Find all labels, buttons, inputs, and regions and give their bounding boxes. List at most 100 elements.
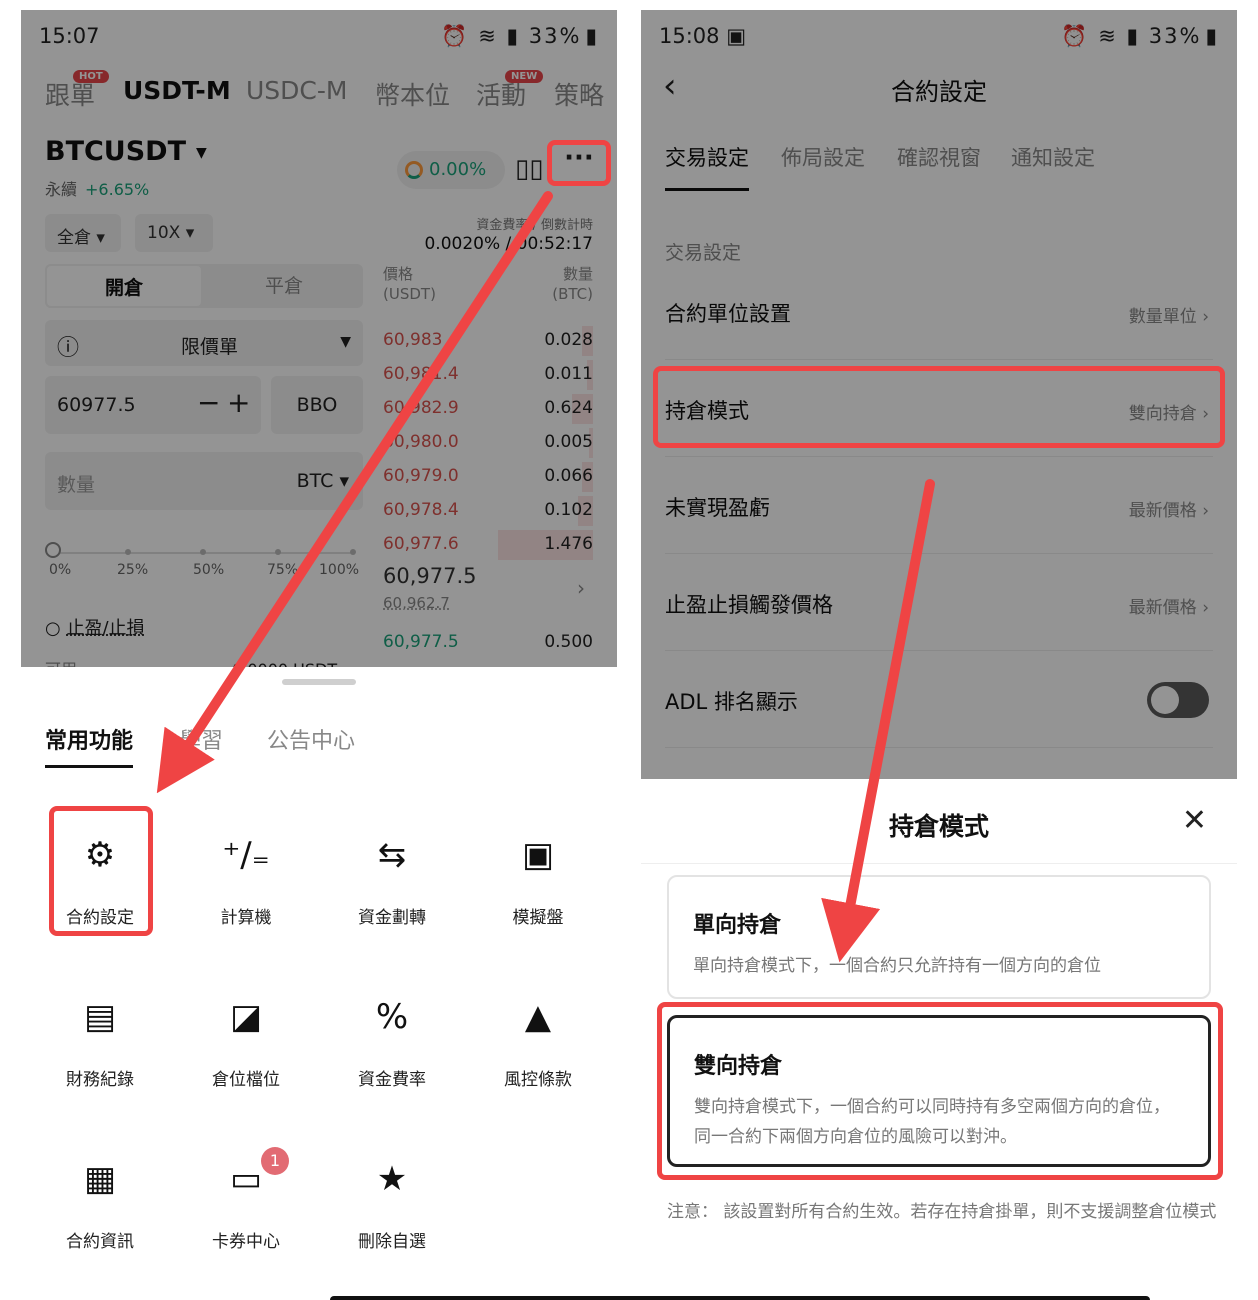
orderbook-row[interactable]: 60,982.9 0.624	[383, 392, 593, 424]
home-indicator	[330, 1296, 1150, 1300]
leverage-selector[interactable]: 10X ▾	[135, 214, 213, 252]
orderbook-row[interactable]: 60,979.0 0.066	[383, 460, 593, 492]
function-item[interactable]: ▭ 卡券中心 1	[173, 1139, 319, 1279]
pair-type: 永續	[45, 180, 78, 199]
right-phone-screen: 15:08 ▣ ⏰ ≋ ▮ 33% ▮ ‹ 合約設定 交易設定 佈局設定 確認視窗…	[641, 10, 1237, 1286]
left-phone-screen: 15:07 ⏰ ≋ ▮ 33% ▮ 跟單 HOT USDT-M USDC-M 幣本…	[21, 10, 617, 1286]
price-value: 60977.5	[57, 394, 136, 416]
more-options-button[interactable]: ···	[549, 140, 609, 184]
tab-usdc-m[interactable]: USDC-M	[246, 76, 347, 105]
rate-chip[interactable]: 0.00%	[397, 151, 505, 189]
orderbook-row[interactable]: 60,977.6 1.476	[383, 528, 593, 560]
plus-icon[interactable]: +	[227, 386, 250, 419]
chevron-right-icon[interactable]: ›	[577, 576, 585, 600]
ask-price: 60,982.9	[383, 398, 459, 418]
pair-selector[interactable]: BTCUSDT ▼	[45, 136, 207, 167]
ask-price: 60,980.0	[383, 432, 459, 452]
bid-row[interactable]: 60,977.5 0.500	[383, 626, 593, 658]
margin-mode-selector[interactable]: 全倉 ▾	[45, 214, 121, 252]
orderbook-row[interactable]: 60,981.4 0.011	[383, 358, 593, 390]
sheet-handle[interactable]	[282, 679, 356, 685]
function-item[interactable]: % 資金費率	[319, 977, 465, 1117]
tab-coin-m[interactable]: 幣本位	[375, 76, 450, 112]
quantity-unit-label: BTC	[296, 470, 334, 492]
function-item[interactable]: ▤ 財務紀錄	[27, 977, 173, 1117]
function-item[interactable]: ▲ 風控條款	[465, 977, 611, 1117]
tab-layout-settings[interactable]: 佈局設定	[781, 142, 865, 172]
section-label: 交易設定	[665, 242, 742, 264]
transfer-icon: ⇆	[377, 835, 407, 875]
battery-percent: 33%	[1148, 24, 1202, 48]
tab-announcements[interactable]: 公告中心	[267, 723, 355, 755]
ask-price: 60,977.6	[383, 534, 459, 554]
function-item[interactable]: ⁺∕₌ 計算機	[173, 815, 319, 955]
close-icon[interactable]: ✕	[1182, 803, 1207, 838]
slider-mark	[350, 549, 356, 555]
tab-strategy[interactable]: 策略	[554, 76, 604, 112]
tab-open[interactable]: 開倉	[45, 264, 203, 308]
orderbook-row[interactable]: 60,980.0 0.005	[383, 426, 593, 458]
wifi-icon: ≋	[478, 24, 498, 48]
option-title: 單向持倉	[693, 913, 782, 938]
tab-confirm-windows[interactable]: 確認視窗	[897, 142, 981, 172]
row-tp-sl-trigger[interactable]: 止盈止損觸發價格 最新價格 ›	[665, 555, 1213, 651]
function-item[interactable]: ★ 刪除自選	[319, 1139, 465, 1279]
row-adl-rank: ADL 排名顯示	[665, 652, 1213, 748]
orderbook-row[interactable]: 60,978.4 0.102	[383, 494, 593, 526]
tab-common-functions[interactable]: 常用功能	[45, 723, 133, 755]
orderbook-row[interactable]: 60,983 0.028	[383, 324, 593, 356]
function-item[interactable]: ⇆ 資金劃轉	[319, 815, 465, 955]
market-tabs: 跟單 HOT USDT-M USDC-M 幣本位 活動 NEW 策略	[21, 70, 617, 130]
image-icon: ▣	[726, 24, 747, 48]
minus-icon[interactable]: −	[197, 386, 220, 419]
alarm-icon: ⏰	[1061, 24, 1090, 48]
tab-trading-settings[interactable]: 交易設定	[665, 142, 749, 172]
tab-close[interactable]: 平倉	[205, 264, 363, 308]
tab-notification-settings[interactable]: 通知設定	[1011, 142, 1095, 172]
ask-qty: 0.011	[544, 364, 593, 384]
tp-sl-checkbox[interactable]: ○ 止盈/止損	[45, 614, 145, 640]
option-one-way[interactable]: 單向持倉 單向持倉模式下，一個合約只允許持有一個方向的倉位	[667, 875, 1211, 999]
order-type-selector[interactable]: ⓘ 限價單 ▼	[45, 320, 363, 366]
alarm-icon: ⏰	[441, 24, 470, 48]
rate-chip-value: 0.00%	[429, 159, 487, 180]
sheet-title: 持倉模式	[888, 812, 989, 841]
function-label: 資金劃轉	[358, 908, 426, 928]
last-price[interactable]: 60,977.5	[383, 564, 477, 588]
candlestick-icon[interactable]: ▯▯	[515, 154, 544, 184]
quantity-input[interactable]: 數量 BTC ▾	[45, 452, 363, 510]
row-position-mode[interactable]: 持倉模式 雙向持倉 ›	[665, 361, 1213, 457]
percent-label: 75%	[267, 562, 299, 578]
star-icon: ★	[376, 1159, 408, 1199]
function-item[interactable]: ⚙ 合約設定	[27, 815, 173, 955]
position-tier-icon: ◪	[229, 997, 263, 1037]
bbo-button[interactable]: BBO	[271, 376, 363, 434]
function-item[interactable]: ◪ 倉位檔位	[173, 977, 319, 1117]
ask-price: 60,981.4	[383, 364, 459, 384]
order-type-value: 限價單	[181, 336, 239, 358]
tab-usdt-m[interactable]: USDT-M	[123, 76, 231, 105]
row-unrealized-pnl[interactable]: 未實現盈虧 最新價格 ›	[665, 458, 1213, 554]
price-input[interactable]: 60977.5 − +	[45, 376, 261, 434]
percent-label: 25%	[117, 562, 149, 578]
option-hedge[interactable]: 雙向持倉 雙向持倉模式下，一個合約可以同時持有多空兩個方向的倉位，同一合約下兩個…	[667, 1015, 1211, 1167]
open-close-tabs: 開倉 平倉	[45, 264, 363, 308]
status-time-value: 15:08	[659, 24, 720, 48]
adl-toggle[interactable]	[1147, 682, 1209, 718]
chevron-right-icon: ›	[1202, 307, 1209, 327]
option-description: 雙向持倉模式下，一個合約可以同時持有多空兩個方向的倉位，同一合約下兩個方向倉位的…	[694, 1097, 1170, 1147]
function-item[interactable]: ▣ 模擬盤	[465, 815, 611, 955]
function-item[interactable]: ▦ 合約資訊	[27, 1139, 173, 1279]
mark-price: 60,962.7	[383, 594, 450, 612]
info-icon[interactable]: ⓘ	[57, 330, 79, 362]
slider-handle[interactable]	[45, 542, 61, 558]
tab-learning[interactable]: 學習	[179, 723, 223, 755]
ask-qty: 0.102	[544, 500, 593, 520]
row-value-text: 最新價格	[1128, 501, 1197, 521]
chevron-right-icon: ›	[1202, 598, 1209, 618]
ask-qty: 0.066	[544, 466, 593, 486]
function-label: 倉位檔位	[212, 1070, 280, 1090]
quantity-unit[interactable]: BTC ▾	[297, 470, 349, 492]
ask-price: 60,979.0	[383, 466, 459, 486]
row-contract-unit[interactable]: 合約單位設置 數量單位 ›	[665, 264, 1213, 360]
